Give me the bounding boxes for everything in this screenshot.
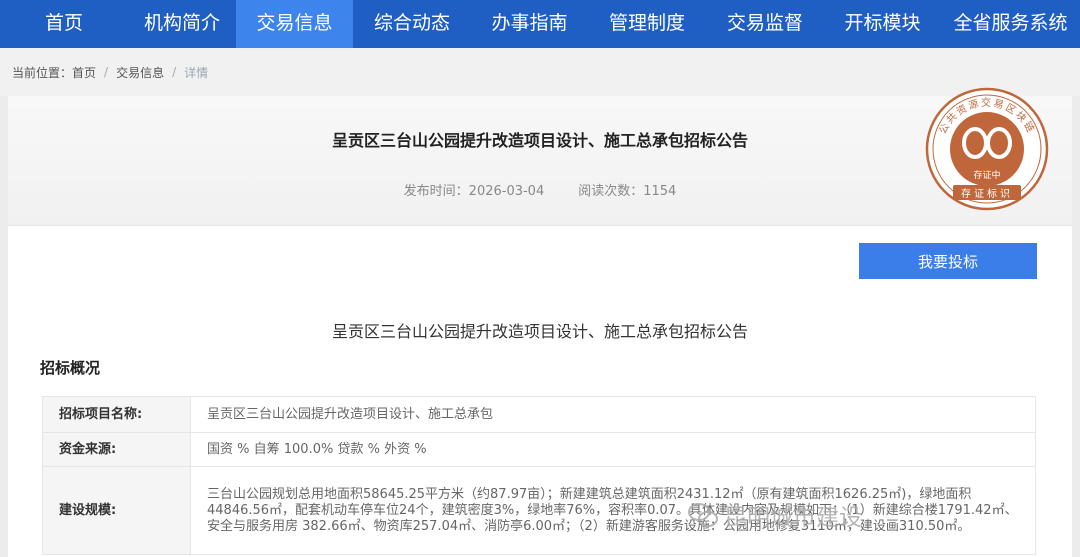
main-nav: 首页 机构简介 交易信息 综合动态 办事指南 管理制度 交易监督 开标模块 全省… xyxy=(0,0,1080,48)
watermark-text: 昆明城市建设 xyxy=(724,505,862,531)
nav-item-rules[interactable]: 管理制度 xyxy=(588,0,706,48)
section-title: 招标概况 xyxy=(40,359,101,377)
seal-status: 存证中 xyxy=(973,169,1000,181)
page-title: 呈贡区三台山公园提升改造项目设计、施工总承包招标公告 xyxy=(331,131,748,150)
table-row: 建设规模: 三台山公园规划总用地面积58645.25平方米（约87.97亩）；新… xyxy=(42,466,1036,555)
publish-time: 发布时间：2026-03-04 xyxy=(403,184,545,199)
bid-button[interactable]: 我要投标 xyxy=(859,243,1037,279)
article-subtitle: 呈贡区三台山公园提升改造项目设计、施工总承包招标公告 xyxy=(331,322,748,341)
breadcrumb-home[interactable]: 首页 xyxy=(72,64,96,81)
nav-item-supervision[interactable]: 交易监督 xyxy=(706,0,824,48)
blockchain-certification-seal-icon: 公共资源交易区块链 存证中 存证标识 xyxy=(925,87,1049,211)
table-row: 资金来源: 国资 % 自筹 100.0% 贷款 % 外资 % xyxy=(42,432,1036,467)
breadcrumb-separator: / xyxy=(104,65,109,79)
watermark: 昆明城市建设 xyxy=(688,498,862,532)
row-value: 国资 % 自筹 100.0% 贷款 % 外资 % xyxy=(190,432,1036,467)
row-label: 建设规模: xyxy=(42,466,191,555)
seal-bottom-text: 存证标识 xyxy=(961,187,1013,200)
row-label: 资金来源: xyxy=(42,432,191,467)
breadcrumb-trading-info[interactable]: 交易信息 xyxy=(116,64,164,81)
breadcrumb-prefix: 当前位置： xyxy=(12,65,73,80)
breadcrumb-separator: / xyxy=(172,65,177,79)
row-label: 招标项目名称: xyxy=(42,396,191,433)
article-meta: 发布时间：2026-03-04 阅读次数：1154 xyxy=(0,180,1080,199)
row-value: 三台山公园规划总用地面积58645.25平方米（约87.97亩）；新建建筑总建筑… xyxy=(190,466,1036,555)
bid-overview-table: 招标项目名称: 呈贡区三台山公园提升改造项目设计、施工总承包 资金来源: 国资 … xyxy=(42,396,1036,555)
wechat-logo-icon xyxy=(688,503,718,527)
breadcrumb-current: 详情 xyxy=(184,65,209,80)
nav-item-province-service[interactable]: 全省服务系统 xyxy=(941,0,1080,48)
breadcrumb: 当前位置： 首页 / 交易信息 / 详情 xyxy=(0,48,1080,96)
nav-item-bid-opening[interactable]: 开标模块 xyxy=(824,0,941,48)
read-count: 阅读次数：1154 xyxy=(578,184,677,199)
nav-item-home[interactable]: 首页 xyxy=(0,0,128,48)
nav-item-news[interactable]: 综合动态 xyxy=(353,0,471,48)
table-row: 招标项目名称: 呈贡区三台山公园提升改造项目设计、施工总承包 xyxy=(42,396,1036,433)
row-value: 呈贡区三台山公园提升改造项目设计、施工总承包 xyxy=(190,396,1036,433)
nav-item-trading-info[interactable]: 交易信息 xyxy=(236,0,353,48)
nav-item-about[interactable]: 机构简介 xyxy=(128,0,236,48)
nav-item-guide[interactable]: 办事指南 xyxy=(471,0,588,48)
article-header xyxy=(8,96,1072,226)
